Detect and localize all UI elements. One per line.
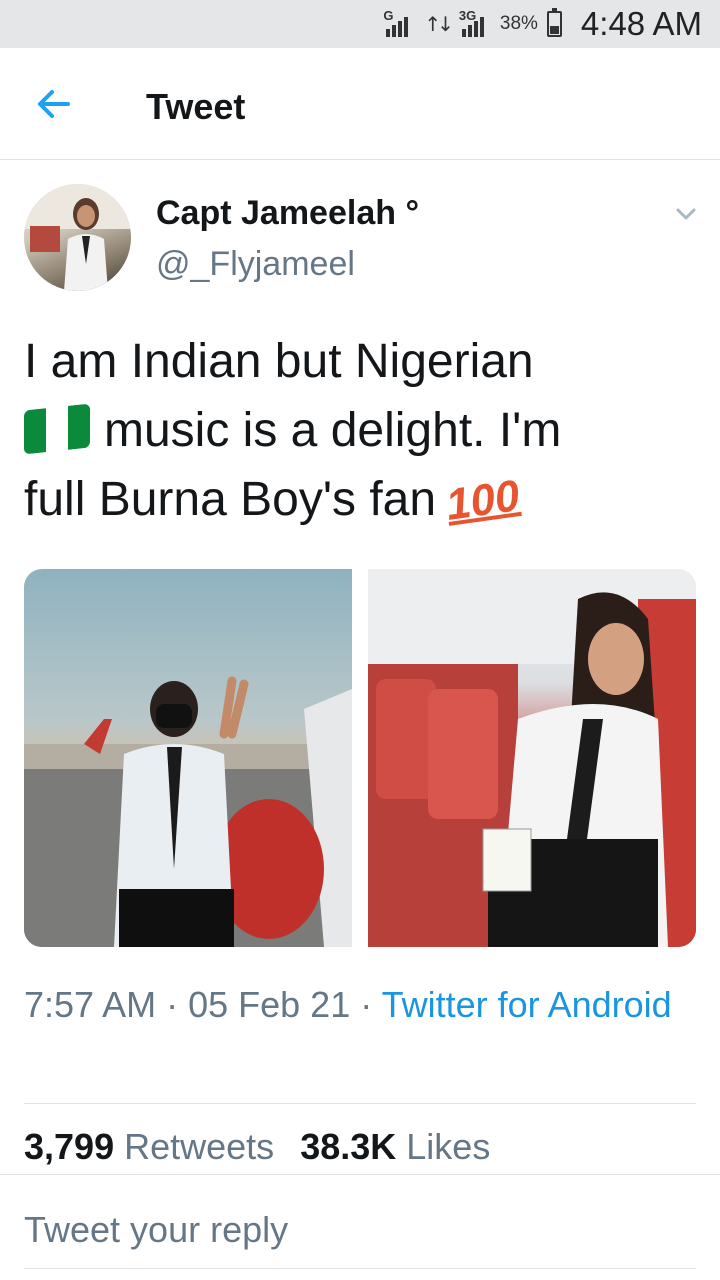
likes-label: Likes — [406, 1126, 491, 1167]
reply-input[interactable]: Tweet your reply — [24, 1195, 696, 1269]
tweet-text-line3: full Burna Boy's fan — [24, 473, 437, 526]
hundred-points-emoji: 100 — [443, 471, 523, 530]
likes-stat[interactable]: 38.3K Likes — [300, 1126, 490, 1167]
page-title: Tweet — [146, 86, 246, 127]
avatar[interactable] — [24, 184, 131, 291]
likes-count: 38.3K — [300, 1126, 397, 1167]
tweet-meta: 7:57 AM · 05 Feb 21 · Twitter for Androi… — [24, 979, 694, 1031]
nigeria-flag-emoji — [24, 403, 90, 455]
tweet-date: 05 Feb 21 — [188, 984, 351, 1025]
battery-icon — [546, 8, 562, 37]
status-clock: 4:48 AM — [580, 5, 702, 42]
tweet-media-1[interactable] — [24, 569, 352, 947]
media-2-image — [368, 569, 696, 947]
meta-separator-2: · — [350, 984, 382, 1025]
retweets-stat[interactable]: 3,799 Retweets — [24, 1126, 274, 1167]
chevron-down-icon[interactable] — [672, 200, 700, 228]
tweet-stats: 3,799 Retweets 38.3K Likes — [24, 1126, 490, 1168]
media-1-image — [24, 676, 352, 947]
retweets-label: Retweets — [124, 1126, 275, 1167]
status-icons: G ↑↓ 3G 38% 4:48 AM — [383, 0, 702, 48]
top-app-bar: Tweet — [0, 48, 720, 160]
retweets-count: 3,799 — [24, 1126, 115, 1167]
data-transfer-icon: ↑↓ — [424, 12, 453, 36]
tweet-media-2[interactable] — [368, 569, 696, 947]
signal-strength-icon: G — [383, 8, 415, 39]
status-bar: G ↑↓ 3G 38% 4:48 AM — [0, 0, 720, 48]
author-handle[interactable]: @_Flyjameel — [156, 245, 355, 284]
tweet-text-line1: I am Indian but Nigerian — [24, 335, 534, 388]
reply-placeholder: Tweet your reply — [24, 1209, 289, 1250]
divider — [24, 1103, 696, 1104]
meta-separator-1: · — [156, 984, 189, 1025]
signal-strength-icon-2: 3G — [459, 8, 491, 39]
author-display-name[interactable]: Capt Jameelah ° — [156, 194, 419, 233]
tweet-text-line2: music is a delight. I'm — [104, 404, 562, 457]
battery-percent: 38% — [499, 13, 538, 34]
tweet-text: I am Indian but Nigerian music is a deli… — [24, 327, 694, 535]
arrow-left-icon[interactable] — [34, 84, 74, 124]
tweet-time: 7:57 AM — [24, 984, 157, 1025]
tweet-source-link[interactable]: Twitter for Android — [382, 984, 672, 1025]
divider — [0, 1174, 720, 1175]
avatar-image — [24, 184, 131, 291]
